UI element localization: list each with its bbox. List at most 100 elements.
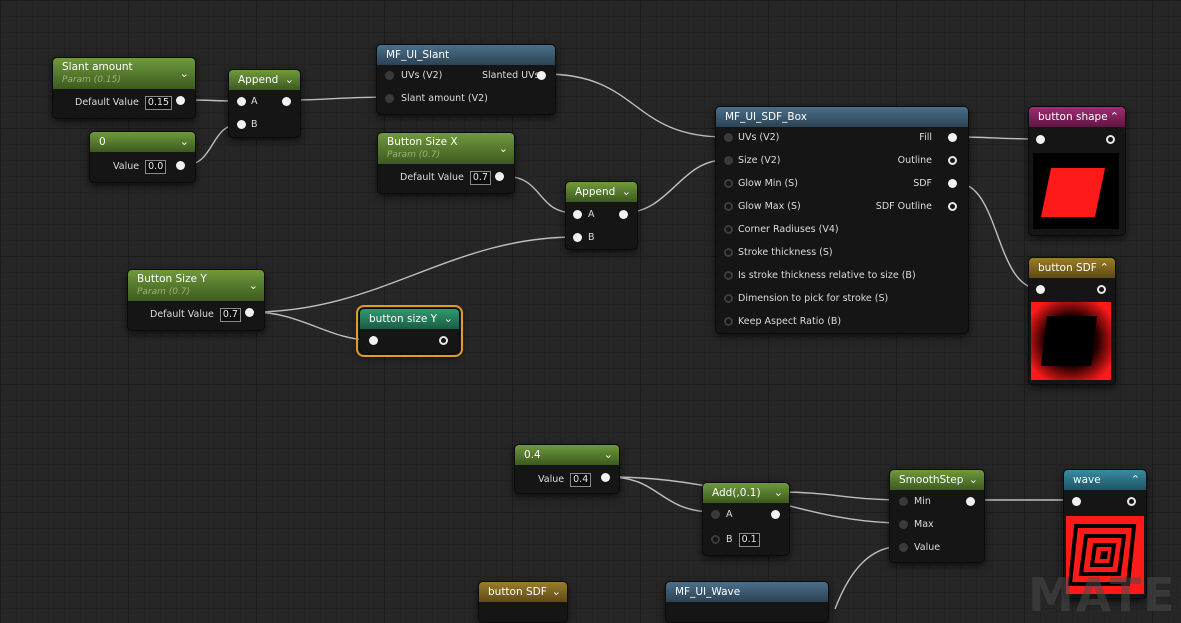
input-pin-a[interactable] <box>237 97 246 106</box>
button-sdf-preview-node[interactable]: button SDF ⌃ <box>1028 257 1116 385</box>
output-pin[interactable] <box>966 497 975 506</box>
node-header[interactable]: Add(,0.1) ⌄ <box>703 483 789 503</box>
output-pin[interactable] <box>1097 285 1106 294</box>
output-label-fill: Fill <box>919 132 932 143</box>
input-pin-b[interactable] <box>573 233 582 242</box>
chevron-down-icon[interactable]: ⌄ <box>180 67 189 78</box>
output-pin[interactable] <box>1127 497 1136 506</box>
output-pin[interactable] <box>771 510 780 519</box>
output-pin[interactable] <box>1106 135 1115 144</box>
input-pin-glow-max[interactable] <box>724 202 733 211</box>
node-header[interactable]: Button Size X Param (0.7) ⌄ <box>378 133 514 164</box>
default-value-label: Default Value <box>150 309 214 320</box>
node-header[interactable]: button SDF ⌃ <box>1029 258 1115 278</box>
chevron-down-icon[interactable]: ⌄ <box>249 279 258 290</box>
output-pin-sdf[interactable] <box>948 179 957 188</box>
input-pin-stroke-relative[interactable] <box>724 271 733 280</box>
input-pin[interactable] <box>1036 285 1045 294</box>
input-pin-b[interactable] <box>237 120 246 129</box>
button-size-y-node[interactable]: Button Size Y Param (0.7) ⌄ Default Valu… <box>127 269 265 331</box>
input-pin-a[interactable] <box>573 210 582 219</box>
input-pin[interactable] <box>1036 135 1045 144</box>
chevron-down-icon[interactable]: ⌄ <box>180 136 189 147</box>
node-header[interactable]: Slant amount Param (0.15) ⌄ <box>53 58 195 89</box>
node-header[interactable]: Append ⌄ <box>566 182 637 202</box>
input-pin-glow-min[interactable] <box>724 179 733 188</box>
chevron-up-icon[interactable]: ⌃ <box>1100 262 1109 273</box>
node-header[interactable]: button SDF ⌄ <box>479 582 567 602</box>
chevron-down-icon[interactable]: ⌄ <box>499 142 508 153</box>
chevron-down-icon[interactable]: ⌄ <box>552 586 561 597</box>
output-pin[interactable] <box>601 473 610 482</box>
input-pin-value[interactable] <box>899 543 908 552</box>
node-header[interactable]: MF_UI_Slant <box>377 45 555 65</box>
input-pin-corner-radiuses[interactable] <box>724 225 733 234</box>
chevron-down-icon[interactable]: ⌄ <box>622 186 631 197</box>
mf-ui-sdf-box-node[interactable]: MF_UI_SDF_Box UVs (V2) Size (V2) Glow Mi… <box>715 106 969 334</box>
input-pin-min[interactable] <box>899 497 908 506</box>
input-pin[interactable] <box>1072 497 1081 506</box>
chevron-down-icon[interactable]: ⌄ <box>604 449 613 460</box>
input-pin-a[interactable] <box>711 510 720 519</box>
mf-ui-slant-node[interactable]: MF_UI_Slant UVs (V2) Slant amount (V2) S… <box>376 44 556 115</box>
constant-04-node[interactable]: 0.4 ⌄ Value 0.4 <box>514 444 620 494</box>
pin-b-row: B 0.1 <box>726 533 760 547</box>
smoothstep-node[interactable]: SmoothStep ⌄ Min Max Value <box>889 469 985 563</box>
node-header[interactable]: MF_UI_Wave <box>666 582 828 602</box>
default-value-field[interactable]: 0.15 <box>144 96 173 110</box>
node-header[interactable]: 0 ⌄ <box>90 132 195 152</box>
chevron-down-icon[interactable]: ⌄ <box>969 474 978 485</box>
node-header[interactable]: MF_UI_SDF_Box <box>716 107 968 127</box>
node-header[interactable]: button shape ⌃ <box>1029 107 1125 127</box>
input-pin-uvs[interactable] <box>724 133 733 142</box>
output-pin[interactable] <box>439 336 448 345</box>
add-node[interactable]: Add(,0.1) ⌄ A B 0.1 <box>702 482 790 556</box>
input-pin-slant-amount[interactable] <box>385 94 394 103</box>
input-pin-uvs[interactable] <box>385 71 394 80</box>
output-pin[interactable] <box>282 97 291 106</box>
append-node-1[interactable]: Append ⌄ A B <box>228 69 301 138</box>
input-pin-dimension-to-pick[interactable] <box>724 294 733 303</box>
append-node-2[interactable]: Append ⌄ A B <box>565 181 638 250</box>
output-pin-outline[interactable] <box>948 156 957 165</box>
default-value-field[interactable]: 0.7 <box>469 171 491 185</box>
output-pin[interactable] <box>495 172 504 181</box>
chevron-down-icon[interactable]: ⌄ <box>444 313 453 324</box>
output-pin[interactable] <box>176 161 185 170</box>
node-header[interactable]: Button Size Y Param (0.7) ⌄ <box>128 270 264 301</box>
output-pin[interactable] <box>245 308 254 317</box>
chevron-down-icon[interactable]: ⌄ <box>285 74 294 85</box>
mf-ui-wave-node[interactable]: MF_UI_Wave <box>665 581 829 623</box>
output-pin-slanted-uvs[interactable] <box>537 71 546 80</box>
default-value-field[interactable]: 0.7 <box>219 308 241 322</box>
button-size-y-reroute-node[interactable]: button size Y ⌄ <box>356 305 463 357</box>
output-pin[interactable] <box>176 96 185 105</box>
node-header[interactable]: wave ⌃ <box>1064 470 1146 490</box>
chevron-up-icon[interactable]: ⌃ <box>1110 111 1119 122</box>
value-field[interactable]: 0.4 <box>570 473 592 487</box>
input-pin-size[interactable] <box>724 156 733 165</box>
button-sdf-bottom-node[interactable]: button SDF ⌄ <box>478 581 568 623</box>
output-label-sdf-outline: SDF Outline <box>875 201 932 212</box>
node-header[interactable]: button size Y ⌄ <box>360 309 459 329</box>
input-pin-keep-aspect-ratio[interactable] <box>724 317 733 326</box>
constant-zero-node[interactable]: 0 ⌄ Value 0.0 <box>89 131 196 183</box>
b-value-field[interactable]: 0.1 <box>738 533 760 547</box>
node-header[interactable]: Append ⌄ <box>229 70 300 90</box>
input-pin-stroke-thickness[interactable] <box>724 248 733 257</box>
button-shape-node[interactable]: button shape ⌃ <box>1028 106 1126 236</box>
preview-thumbnail <box>1033 153 1119 229</box>
output-pin-fill[interactable] <box>948 133 957 142</box>
input-pin-max[interactable] <box>899 520 908 529</box>
node-header[interactable]: 0.4 ⌄ <box>515 445 619 465</box>
value-field[interactable]: 0.0 <box>145 160 167 174</box>
input-pin-b[interactable] <box>711 535 720 544</box>
node-header[interactable]: SmoothStep ⌄ <box>890 470 984 490</box>
button-size-x-node[interactable]: Button Size X Param (0.7) ⌄ Default Valu… <box>377 132 515 194</box>
input-pin[interactable] <box>369 336 378 345</box>
output-pin[interactable] <box>619 210 628 219</box>
slant-amount-node[interactable]: Slant amount Param (0.15) ⌄ Default Valu… <box>52 57 196 119</box>
chevron-down-icon[interactable]: ⌄ <box>774 487 783 498</box>
chevron-up-icon[interactable]: ⌃ <box>1131 474 1140 485</box>
output-pin-sdf-outline[interactable] <box>948 202 957 211</box>
